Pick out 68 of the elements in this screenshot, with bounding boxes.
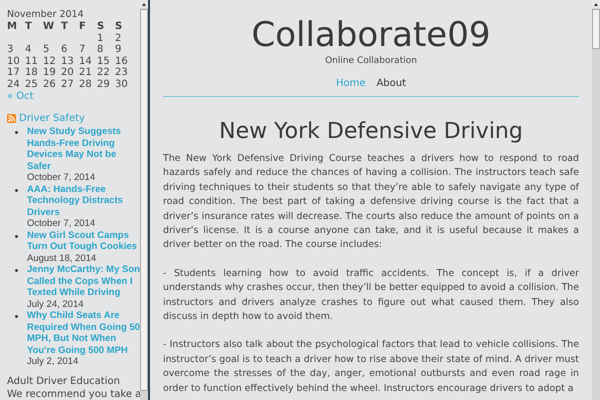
scrollbar[interactable] (140, 0, 148, 400)
calendar-day: 6 (61, 44, 79, 56)
feed-item-link[interactable]: AAA: Hands-Free Technology Distracts Drivers (27, 184, 140, 218)
widget-text: We recommend you take a (7, 388, 140, 400)
feed-item-date: July 2, 2014 (27, 356, 80, 368)
calendar-day: 17 (7, 67, 25, 78)
feed-item-date: October 7, 2014 (27, 218, 96, 230)
list-bullet-icon (15, 315, 18, 318)
calendar-day: 27 (61, 78, 79, 90)
weekday-header: S (115, 21, 124, 32)
calendar-day: 8 (97, 44, 115, 56)
calendar-day: 29 (97, 78, 115, 90)
calendar-day: 9 (115, 44, 133, 56)
calendar-day: 25 (25, 78, 43, 90)
feed-item-link[interactable]: Why Child Seats Are Required When Going 50 MPH, But Not When You're Going 500 MPH (27, 310, 140, 356)
calendar-day: 14 (79, 56, 97, 67)
calendar-day: 15 (97, 56, 115, 67)
calendar-day: 28 (79, 78, 97, 90)
weekday-header: T (61, 21, 69, 32)
nav-link[interactable]: Home (336, 77, 366, 90)
rss-feed-icon (7, 114, 16, 123)
calendar-day: 12 (43, 56, 61, 67)
site-tagline: Online Collaboration (325, 55, 417, 67)
weekday-header: T (25, 21, 43, 32)
calendar-caption: November 2014 (7, 8, 85, 21)
widget-title: Adult Driver Education (7, 376, 121, 388)
calendar-day: 30 (115, 78, 133, 90)
calendar-day: 16 (115, 56, 133, 67)
feed-item-date: August 18, 2014 (27, 252, 98, 264)
weekday-header: W (43, 21, 61, 32)
calendar-day: 23 (115, 67, 133, 78)
calendar-day: 18 (25, 67, 43, 78)
feed-item-date: July 24, 2014 (27, 298, 85, 310)
list-bullet-icon (15, 269, 18, 272)
calendar-day: 3 (7, 44, 25, 56)
calendar-day: 19 (43, 67, 61, 78)
post-title: New York Defensive Driving (218, 119, 524, 145)
previous-month-link[interactable]: « Oct (7, 90, 140, 103)
calendar-day: 22 (97, 67, 115, 78)
weekday-header: S (97, 21, 106, 32)
feed-item-link[interactable]: New Girl Scout Camps Turn Out Tough Cookies (27, 230, 140, 252)
calendar-day: 4 (25, 44, 43, 56)
weekday-header: F (79, 21, 87, 32)
weekday-header: M (7, 21, 25, 32)
scrollbar[interactable] (592, 0, 600, 400)
feed-title-link[interactable]: Driver Safety (19, 112, 85, 125)
calendar-day: 2 (115, 32, 133, 44)
feed-item-link[interactable]: Jenny McCarthy: My Son Called the Cops When I Texted While Driving (27, 264, 140, 298)
list-bullet-icon (15, 131, 18, 134)
calendar-day: 10 (7, 56, 25, 67)
calendar-day: 5 (43, 44, 61, 56)
site-title: Collaborate09 (252, 16, 490, 54)
calendar-day: 20 (61, 67, 79, 78)
list-bullet-icon (15, 188, 18, 192)
calendar-day: 26 (43, 78, 61, 90)
calendar-day: 13 (61, 56, 79, 67)
nav-link[interactable]: About (376, 77, 406, 90)
calendar-day: 11 (25, 56, 43, 67)
feed-item-link[interactable]: New Study Suggests Hands-Free Driving Devices May Not be Safer (27, 126, 140, 172)
calendar-day: 21 (79, 67, 97, 78)
feed-item-date: October 7, 2014 (27, 172, 96, 184)
calendar-day: 24 (7, 78, 25, 90)
post-paragraph: The New York Defensive Driving Course teaches a drivers how to respond to road hazards safely and reduce the chances of having a collision. The instructors teach safe driving techniques to their students so that they’re able to safely navigate any type of road condition. The best part of taking a defensive driving course is the fact that a driver’s insurance rates will decrease. The courts also reduce the amount of points on a driver’s license. It is a course anyone can take, and it is useful because it makes a driver better on the road. The course includes: (163, 152, 579, 252)
calendar-day: 7 (79, 44, 97, 56)
list-bullet-icon (15, 234, 18, 238)
post-paragraph: - Students learning how to avoid traffic accidents. The concept is, if a driver understands why crashes occur, then they’ll be better equipped to avoid a collision. The instructors and drivers analyze crashes to figure out what caused them. They also discuss in depth how to avoid them. (163, 266, 579, 324)
calendar-day: 1 (97, 32, 115, 44)
post-paragraph: - Instructors also talk about the psychological factors that lead to vehicle collisions. The instructor’s goal is to teach a driver how to rise above their state of mind. A driver must overcome the stresses of the day, anger, emotional outbursts and even road rage in order to function effectively behind the wheel. Instructors encourage drivers to adopt a (163, 338, 579, 396)
